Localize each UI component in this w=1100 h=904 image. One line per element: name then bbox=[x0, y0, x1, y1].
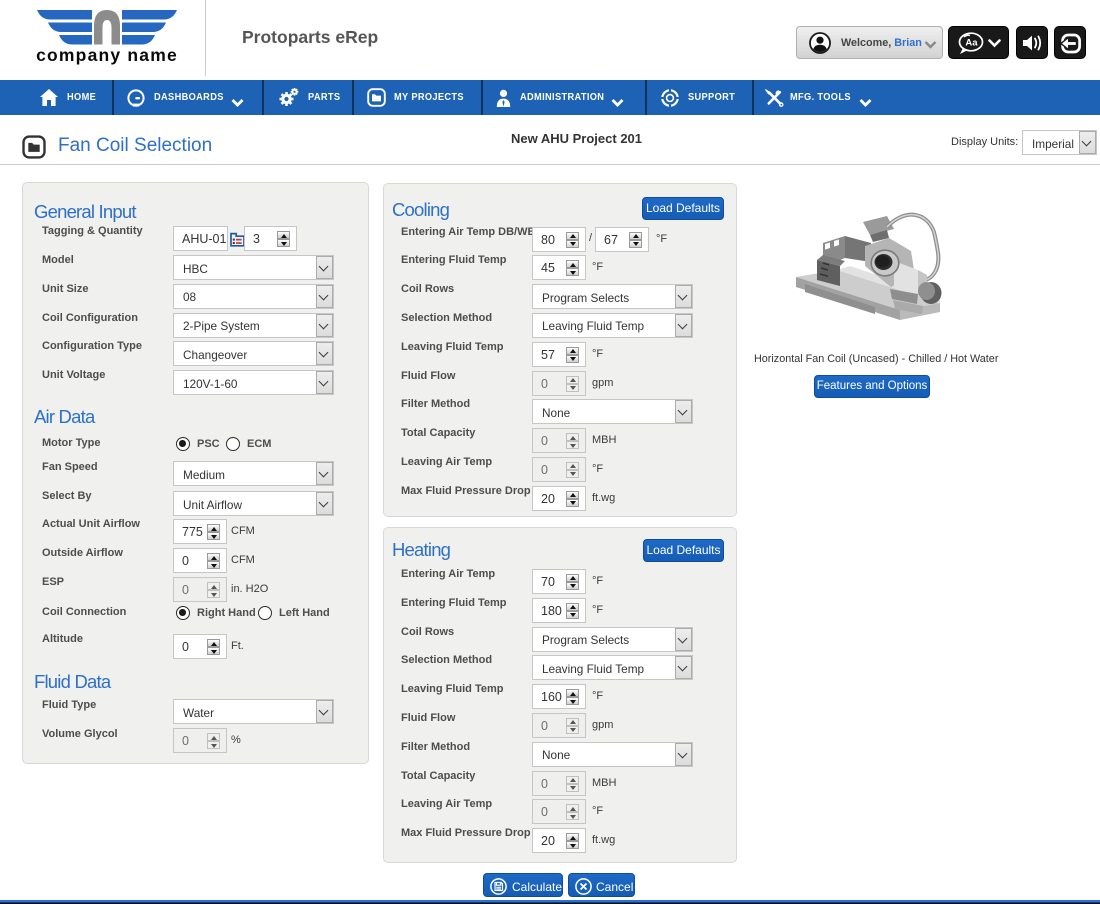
svg-text:Aa: Aa bbox=[965, 38, 978, 49]
svg-text:company name: company name bbox=[36, 45, 178, 65]
